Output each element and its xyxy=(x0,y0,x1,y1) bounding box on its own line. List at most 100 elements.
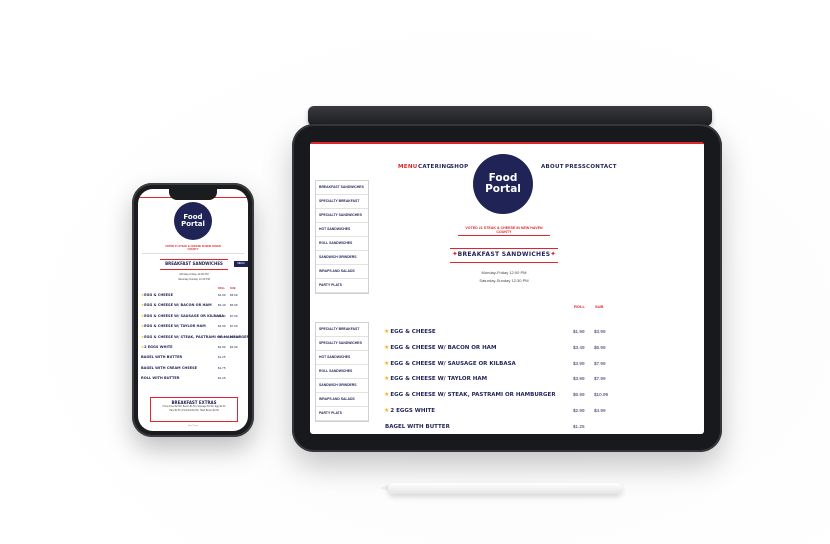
menu-item-name: ★EGG & CHEESE W/ BACON OR HAM xyxy=(384,343,497,351)
menu-item-name: ★EGG & CHEESE W/ STEAK, PASTRAMI OR HAMB… xyxy=(384,391,556,399)
promo-text: VOTED #1 STEAK & CHEESE IN NEW HAVEN COU… xyxy=(165,245,221,251)
price-roll: $2.99 xyxy=(218,345,226,349)
section-line-bottom xyxy=(450,262,558,263)
mobile-menu-button[interactable]: MENU xyxy=(234,261,248,267)
sidebar-item-party-plats[interactable]: PARTY PLATS xyxy=(316,407,368,421)
sidebar-item-breakfast-sandwiches[interactable]: BREAKFAST SANDWICHES xyxy=(316,181,368,195)
menu-item-name: ★EGG & CHEESE W/ TAYLOR HAM xyxy=(384,375,488,383)
menu-item-name: BAGEL WITH BUTTER xyxy=(385,423,450,430)
phone-screen: Food Portal VOTED #1 STEAK & CHEESE IN N… xyxy=(138,189,248,431)
category-sidebar-bottom: SPECIALTY BREAKFAST SPECIALTY SANDWICHES… xyxy=(315,322,369,422)
menu-item-row[interactable]: ★EGG & CHEESE W/ TAYLOR HAM $3.99 $7.99 xyxy=(380,375,642,389)
breakfast-extras-box: BREAKFAST EXTRAS Home Fries $2.50 | Baco… xyxy=(150,397,238,422)
column-header-sub: SUB xyxy=(595,304,604,309)
hours-weekday: Monday-Friday 12:00 PM xyxy=(481,270,527,275)
price-sub: $7.99 xyxy=(594,360,606,366)
menu-item-row[interactable]: ★EGG & CHEESE W/ STEAK, PASTRAMI OR HAMB… xyxy=(141,334,248,344)
price-sub: $6.99 xyxy=(230,303,238,308)
menu-item-name: ★2 EGGS WHITE xyxy=(384,407,436,414)
menu-item-row[interactable]: ★EGG & CHEESE W/ BACON OR HAM $3.49 $6.99 xyxy=(380,344,642,358)
price-sub: $3.99 xyxy=(594,329,606,334)
menu-item-row[interactable]: ROLL WITH BUTTER $1.25 xyxy=(141,376,245,385)
menu-item-row[interactable]: ★EGG & CHEESE W/ STEAK, PASTRAMI OR HAMB… xyxy=(380,391,642,405)
menu-item-name: ★EGG & CHEESE W/ BACON OR HAM xyxy=(141,303,212,308)
price-sub: $7.99 xyxy=(594,376,606,382)
star-icon: ★ xyxy=(384,343,390,351)
tablet-screen: MENU CATERING SHOP ABOUT PRESS CONTACT F… xyxy=(310,142,704,434)
sidebar-item-specialty-sandwiches[interactable]: SPECIALTY SANDWICHES xyxy=(316,337,368,351)
sidebar-item-specialty-breakfast[interactable]: SPECIALTY BREAKFAST xyxy=(316,195,368,209)
menu-item-name: BAGEL WITH CREAM CHEESE xyxy=(141,365,198,370)
menu-item-name: BAGEL WITH BUTTER xyxy=(141,355,183,360)
price-roll: $6.99 xyxy=(218,334,226,339)
hours-weekend: Saturday-Sunday 12:30 PM xyxy=(178,278,210,281)
menu-item-name: ★EGG & CHEESE W/ TAYLOR HAM xyxy=(141,324,206,329)
menu-item-row[interactable]: ★2 EGGS WHITE $2.99 $4.99 xyxy=(141,345,245,354)
sidebar-item-wraps-and-salads[interactable]: WRAPS AND SALADS xyxy=(316,265,368,279)
star-icon: ★ xyxy=(384,407,390,414)
keyboard-case xyxy=(308,106,712,126)
nav-contact[interactable]: CONTACT xyxy=(586,164,617,170)
sidebar-item-roll-sandwiches[interactable]: ROLL SANDWICHES xyxy=(316,237,368,251)
column-header-sub: SUB xyxy=(230,287,236,290)
nav-menu[interactable]: MENU xyxy=(398,164,418,170)
sidebar-item-hot-sandwiches[interactable]: HOT SANDWICHES xyxy=(316,223,368,237)
price-sub: $7.99 xyxy=(230,313,238,318)
price-roll: $1.99 xyxy=(573,329,585,334)
star-icon: ★ xyxy=(384,375,390,383)
menu-item-row[interactable]: ★2 EGGS WHITE $2.99 $4.99 xyxy=(380,407,642,421)
star-icon: ★ xyxy=(384,391,390,399)
section-line-bottom xyxy=(160,269,228,270)
price-roll: $2.99 xyxy=(573,408,585,413)
star-icon: ★ xyxy=(384,328,390,335)
extras-line: Ham $1.50 | Pork Roll $1.50 | Hash Brown… xyxy=(169,410,219,412)
sidebar-item-specialty-breakfast[interactable]: SPECIALTY BREAKFAST xyxy=(316,323,368,337)
site-logo[interactable]: Food Portal xyxy=(174,202,212,240)
sidebar-item-roll-sandwiches[interactable]: ROLL SANDWICHES xyxy=(316,365,368,379)
price-sub: $10.99 xyxy=(594,392,609,398)
section-line-top xyxy=(450,248,558,249)
menu-item-row[interactable]: ★EGG & CHEESE $1.99 $3.99 xyxy=(380,328,642,342)
menu-item-row[interactable]: ★EGG & CHEESE W/ SAUSAGE OR KILBASA $3.99… xyxy=(141,314,245,323)
menu-item-name: ★EGG & CHEESE W/ SAUSAGE OR KILBASA xyxy=(384,359,516,367)
sidebar-item-party-plats[interactable]: PARTY PLATS xyxy=(316,279,368,293)
sidebar-item-wraps-and-salads[interactable]: WRAPS AND SALADS xyxy=(316,393,368,407)
section-line-top xyxy=(160,259,228,260)
price-roll: $1.99 xyxy=(218,293,226,297)
hours-weekday: Monday-Friday 12:00 PM xyxy=(179,273,209,276)
sidebar-item-sandwich-grinders[interactable]: SANDWICH GRINDERS xyxy=(316,251,368,265)
menu-item-row[interactable]: ★EGG & CHEESE W/ BACON OR HAM $3.49 $6.99 xyxy=(141,303,245,312)
site-logo[interactable]: Food Portal xyxy=(473,154,533,214)
section-header: BREAKFAST SANDWICHES xyxy=(160,259,228,270)
menu-item-row[interactable]: BAGEL WITH BUTTER $1.25 xyxy=(380,423,642,434)
menu-item-name: ROLL WITH BUTTER xyxy=(141,376,180,381)
sidebar-item-specialty-sandwiches[interactable]: SPECIALTY SANDWICHES xyxy=(316,209,368,223)
phone-notch xyxy=(169,189,217,200)
hours-weekend: Saturday-Sunday 12:30 PM xyxy=(479,278,529,283)
nav-press[interactable]: PRESS xyxy=(565,164,586,170)
menu-item-name: ★EGG & CHEESE W/ SAUSAGE OR KILBASA xyxy=(141,313,224,318)
top-accent-line xyxy=(310,142,704,144)
column-header-roll: ROLL xyxy=(574,304,585,309)
price-sub: $7.99 xyxy=(230,324,238,329)
menu-item-row[interactable]: ★EGG & CHEESE W/ TAYLOR HAM $3.99 $7.99 xyxy=(141,324,245,333)
logo-line2: Portal xyxy=(181,220,205,228)
price-sub: $4.99 xyxy=(230,345,238,349)
sidebar-item-sandwich-grinders[interactable]: SANDWICH GRINDERS xyxy=(316,379,368,393)
nav-catering[interactable]: CATERING xyxy=(418,164,451,170)
extras-line: Home Fries $2.50 | Bacon $1.50 | Sausage… xyxy=(162,406,226,408)
footer-text: Food Portal xyxy=(187,425,199,427)
menu-item-row[interactable]: ★EGG & CHEESE W/ SAUSAGE OR KILBASA $3.99… xyxy=(380,360,642,374)
divider xyxy=(142,253,244,254)
menu-item-row[interactable]: BAGEL WITH BUTTER $1.25 xyxy=(141,355,245,364)
price-roll: $6.99 xyxy=(573,392,585,398)
menu-item-row[interactable]: BAGEL WITH CREAM CHEESE $1.75 xyxy=(141,366,245,375)
price-sub: $6.99 xyxy=(594,344,606,350)
menu-item-row[interactable]: ★EGG & CHEESE $1.99 $3.99 xyxy=(141,293,245,302)
price-sub: $3.99 xyxy=(230,293,238,297)
sidebar-item-hot-sandwiches[interactable]: HOT SANDWICHES xyxy=(316,351,368,365)
nav-about[interactable]: ABOUT xyxy=(541,164,564,170)
menu-item-name: ★2 EGGS WHITE xyxy=(141,345,173,349)
nav-shop[interactable]: SHOP xyxy=(450,164,468,170)
section-header: ✦ BREAKFAST SANDWICHES ✦ xyxy=(450,248,558,264)
